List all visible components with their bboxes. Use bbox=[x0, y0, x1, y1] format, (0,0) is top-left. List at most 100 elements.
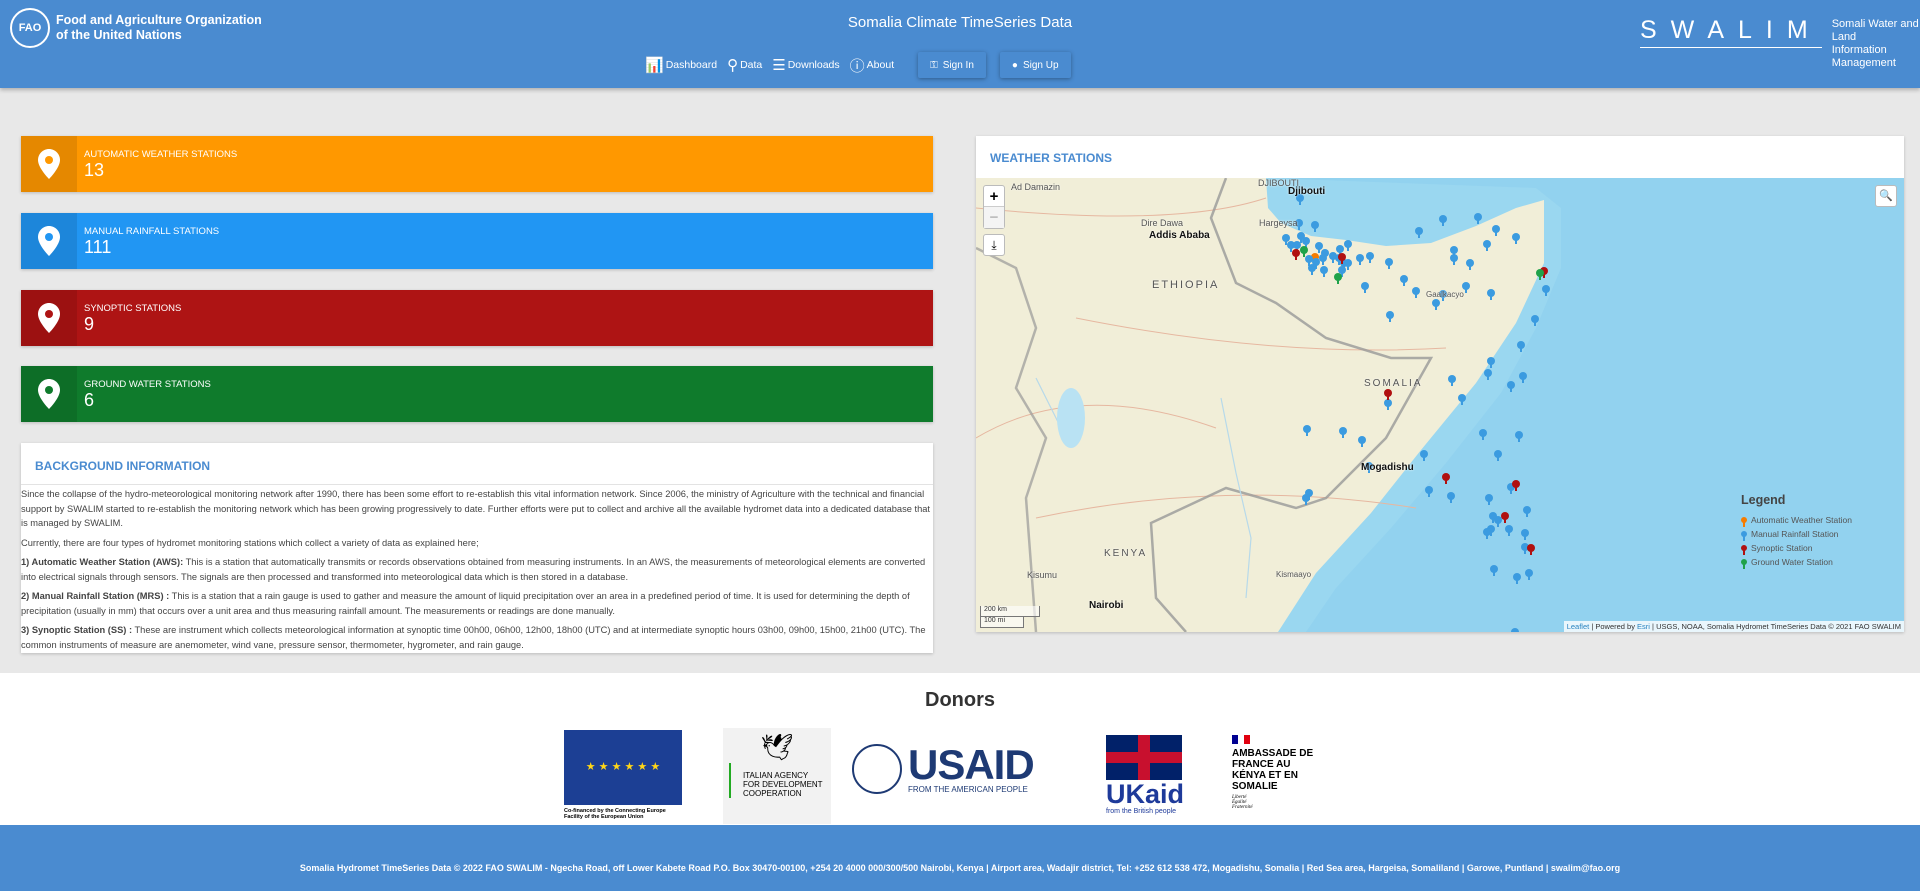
site-title: Somalia Climate TimeSeries Data bbox=[847, 14, 1073, 31]
paragraph: Since the collapse of the hydro-meteorol… bbox=[21, 489, 931, 528]
station-marker[interactable] bbox=[1466, 259, 1474, 270]
legend-item: Ground Water Station bbox=[1741, 555, 1852, 569]
union-jack-icon bbox=[1106, 735, 1182, 780]
station-card[interactable]: SYNOPTIC STATIONS 9 bbox=[21, 290, 933, 346]
leaflet-link[interactable]: Leaflet bbox=[1567, 622, 1590, 631]
paragraph-mrs: 2) Manual Rainfall Station (MRS) : This … bbox=[21, 589, 933, 618]
term: 3) Synoptic Station (SS) : bbox=[21, 625, 133, 635]
zoom-in-button[interactable]: + bbox=[984, 186, 1004, 207]
place-label: Kismaayo bbox=[1276, 570, 1312, 579]
donors-title: Donors bbox=[925, 689, 995, 711]
station-card[interactable]: MANUAL RAINFALL STATIONS 111 bbox=[21, 213, 933, 269]
station-marker[interactable] bbox=[1400, 275, 1408, 286]
legend-title: Legend bbox=[1741, 493, 1786, 507]
station-marker[interactable] bbox=[1412, 287, 1420, 298]
station-marker[interactable] bbox=[1292, 249, 1300, 260]
station-map[interactable]: Ad Damazin DJIBOUTI Djibouti Dire Dawa Harge… bbox=[976, 178, 1904, 632]
attrib-text: | Powered by bbox=[1589, 622, 1638, 631]
station-marker[interactable] bbox=[1356, 254, 1364, 265]
station-type-label: MANUAL RAINFALL STATIONS bbox=[84, 226, 220, 237]
sign-in-button[interactable]: ⚿ Sign In bbox=[918, 52, 986, 78]
download-icon[interactable]: ⤓ bbox=[983, 234, 1005, 256]
swalim-line2: Information Management bbox=[1831, 44, 1896, 69]
search-icon[interactable]: 🔍 bbox=[1875, 185, 1897, 207]
station-card[interactable]: GROUND WATER STATIONS 6 bbox=[21, 366, 933, 422]
pin-icon bbox=[1741, 545, 1747, 555]
legend-label: Synoptic Station bbox=[1751, 543, 1813, 553]
place-label: Addis Ababa bbox=[1149, 230, 1210, 241]
usaid-wordmark: USAID bbox=[908, 740, 1035, 788]
station-marker[interactable] bbox=[1487, 289, 1495, 300]
legend-label: Automatic Weather Station bbox=[1751, 515, 1852, 525]
place-label: Kisumu bbox=[1027, 570, 1058, 580]
station-marker[interactable] bbox=[1366, 252, 1374, 263]
map-marker-icon bbox=[21, 366, 77, 422]
eu-logo: ★ ★ ★ ★ ★ ★ Co-financed by the Connectin… bbox=[564, 730, 682, 820]
paragraph-ss: 3) Synoptic Station (SS) : These are ins… bbox=[21, 623, 933, 652]
marianne-icon bbox=[1232, 735, 1250, 744]
station-marker[interactable] bbox=[1300, 246, 1308, 257]
map-scale: 200 km 100 mi bbox=[980, 606, 1040, 628]
ukaid-tagline: from the British people bbox=[1106, 808, 1177, 815]
paragraph: Currently, there are four types of hydro… bbox=[21, 537, 479, 548]
station-marker[interactable] bbox=[1384, 389, 1392, 400]
station-marker[interactable] bbox=[1358, 436, 1366, 447]
nav-about[interactable]: ⓘ About bbox=[850, 55, 894, 76]
map-marker-icon: ⚲ bbox=[727, 57, 739, 74]
station-marker[interactable] bbox=[1448, 375, 1456, 386]
station-marker[interactable] bbox=[1492, 225, 1500, 236]
station-marker[interactable] bbox=[1334, 273, 1342, 284]
station-marker[interactable] bbox=[1432, 299, 1440, 310]
italian-text: ITALIAN AGENCY FOR DEVELOPMENT COOPERATI… bbox=[729, 763, 831, 798]
station-card[interactable]: AUTOMATIC WEATHER STATIONS 13 bbox=[21, 136, 933, 192]
place-label: KENYA bbox=[1104, 548, 1148, 559]
esri-link[interactable]: Esri bbox=[1637, 622, 1650, 631]
swalim-logo[interactable]: SWALIM Somali Water and Land Information … bbox=[1640, 16, 1920, 70]
zoom-out-button[interactable]: − bbox=[984, 207, 1004, 228]
pin-icon bbox=[1741, 531, 1747, 541]
station-marker[interactable] bbox=[1339, 427, 1347, 438]
place-label: Nairobi bbox=[1089, 600, 1124, 611]
station-marker[interactable] bbox=[1308, 264, 1316, 275]
station-type-label: GROUND WATER STATIONS bbox=[84, 379, 211, 390]
map-legend: Legend Automatic Weather Station Manual R… bbox=[1741, 493, 1852, 569]
panel-title: BACKGROUND INFORMATION bbox=[21, 443, 933, 485]
nav-data[interactable]: ⚲ Data bbox=[727, 56, 762, 74]
legend-label: Manual Rainfall Station bbox=[1751, 529, 1839, 539]
place-label: Gaalkacyo bbox=[1426, 290, 1464, 299]
nav-downloads[interactable]: ☰ Downloads bbox=[772, 56, 839, 74]
station-marker[interactable] bbox=[1303, 425, 1311, 436]
eu-caption: Co-financed by the Connecting Europe Fac… bbox=[564, 808, 666, 820]
france-text: AMBASSADE DE FRANCE AU KÉNYA ET EN SOMAL… bbox=[1232, 748, 1314, 792]
bar-chart-icon: 📊 bbox=[645, 57, 664, 74]
station-marker[interactable] bbox=[1450, 254, 1458, 265]
station-marker[interactable] bbox=[1344, 240, 1352, 251]
place-label: Djibouti bbox=[1288, 186, 1326, 197]
station-count: 13 bbox=[84, 160, 105, 180]
station-marker[interactable] bbox=[1386, 311, 1394, 322]
station-marker[interactable] bbox=[1384, 399, 1392, 410]
place-label: ETHIOPIA bbox=[1152, 279, 1220, 291]
nav-label: About bbox=[866, 59, 895, 71]
place-label: SOMALIA bbox=[1364, 378, 1423, 389]
footer: Somalia Hydromet TimeSeries Data © 2022 … bbox=[0, 825, 1920, 891]
france-embassy-logo: AMBASSADE DE FRANCE AU KÉNYA ET EN SOMAL… bbox=[1232, 735, 1320, 810]
panel-title: WEATHER STATIONS bbox=[990, 151, 1112, 165]
place-label: Mogadishu bbox=[1361, 462, 1414, 473]
zoom-control: + − bbox=[983, 185, 1005, 229]
map-marker-icon bbox=[21, 136, 77, 192]
station-count: 111 bbox=[84, 237, 112, 257]
station-marker[interactable] bbox=[1320, 266, 1328, 277]
sign-up-button[interactable]: ● Sign Up bbox=[999, 52, 1071, 78]
station-marker[interactable] bbox=[1361, 282, 1369, 293]
donors-section: Donors ★ ★ ★ ★ ★ ★ Co-financed by the Co… bbox=[0, 673, 1920, 825]
station-marker[interactable] bbox=[1483, 240, 1491, 251]
nav-dashboard[interactable]: 📊 Dashboard bbox=[645, 56, 717, 74]
station-marker[interactable] bbox=[1512, 233, 1520, 244]
usaid-tagline: FROM THE AMERICAN PEOPLE bbox=[908, 784, 1028, 794]
legend-item: Manual Rainfall Station bbox=[1741, 527, 1852, 541]
paragraph-aws: 1) Automatic Weather Station (AWS): This… bbox=[21, 555, 933, 584]
station-marker[interactable] bbox=[1319, 254, 1327, 265]
pin-icon bbox=[1741, 559, 1747, 569]
station-marker[interactable] bbox=[1385, 258, 1393, 269]
